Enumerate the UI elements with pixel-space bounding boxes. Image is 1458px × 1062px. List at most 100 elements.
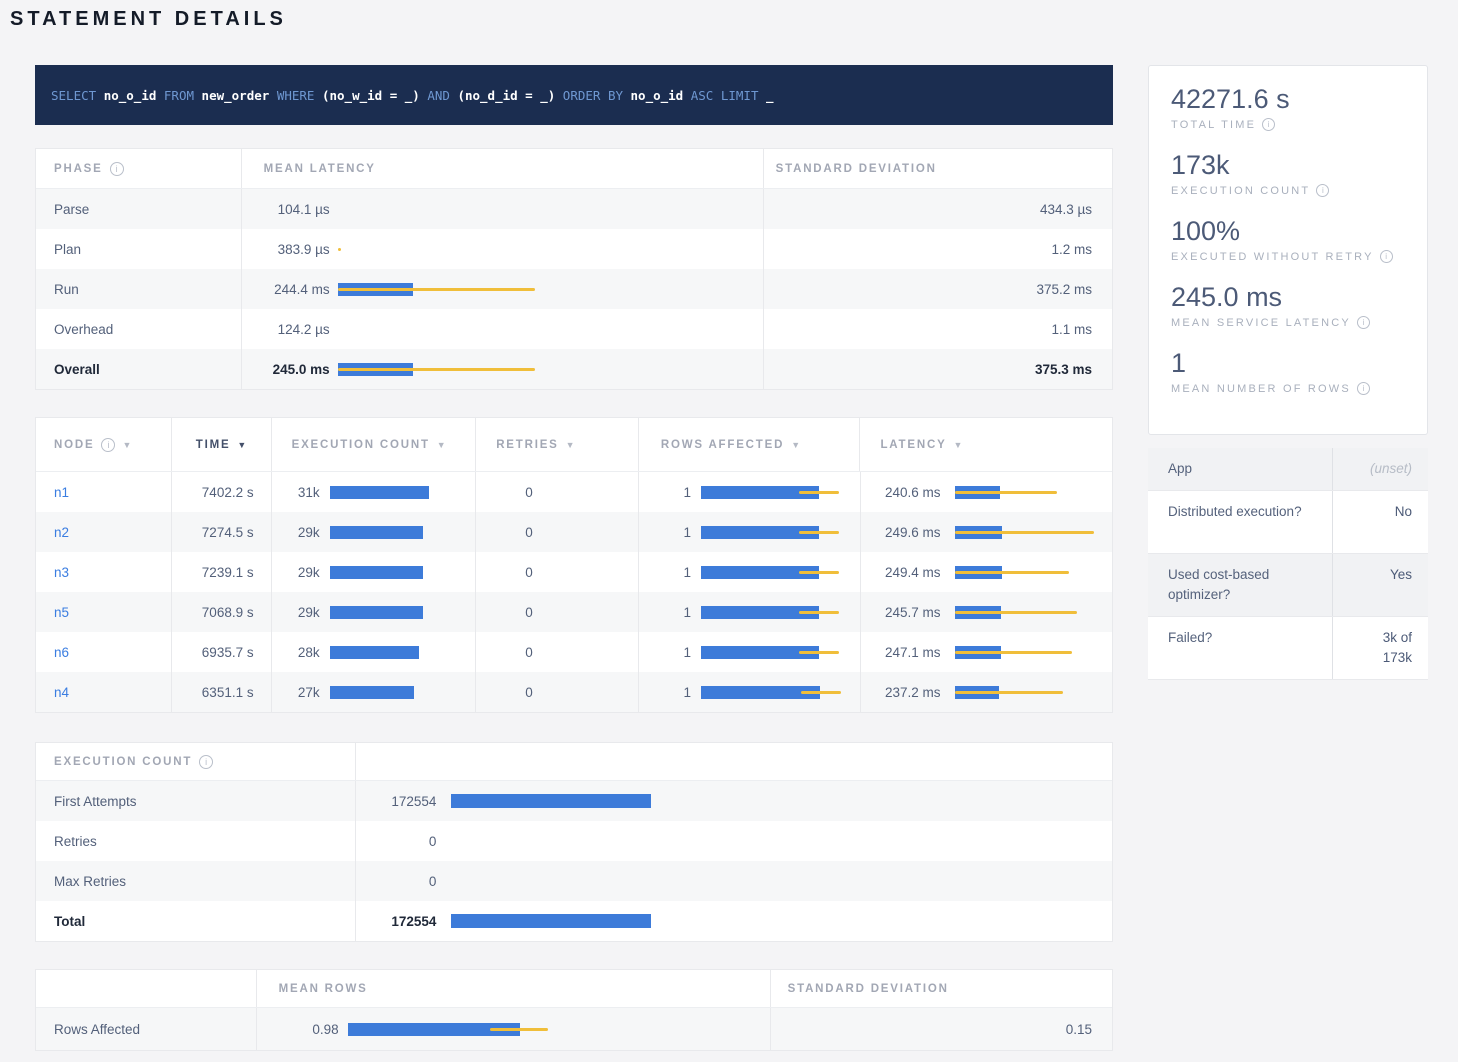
table-row: Max Retries 0	[36, 861, 1112, 901]
latency-value: 237.2 ms	[861, 685, 941, 700]
latency-bar	[955, 646, 1098, 659]
time-value: 6351.1 s	[171, 672, 271, 712]
statement-properties-panel: App(unset)Distributed execution?NoUsed c…	[1148, 448, 1428, 680]
stat-label: EXECUTED WITHOUT RETRY	[1171, 251, 1374, 263]
std-dev-value: 0.15	[770, 1008, 1112, 1050]
retries-value: 0	[475, 632, 638, 672]
exec-row-label: Max Retries	[36, 861, 355, 901]
sort-arrow-icon: ▼	[791, 440, 802, 450]
phase-label: Overall	[36, 349, 241, 389]
rows-affected-value: 1	[639, 645, 691, 660]
latency-bar	[955, 606, 1098, 619]
rows-affected-bar	[701, 566, 848, 579]
info-icon[interactable]: i	[1357, 316, 1370, 329]
exec-count-value: 172554	[356, 794, 436, 809]
node-link[interactable]: n5	[54, 605, 69, 620]
info-icon[interactable]: i	[110, 162, 124, 176]
time-value: 7239.1 s	[171, 552, 271, 592]
execution-count-value: 29k	[272, 525, 320, 540]
property-label: Failed?	[1148, 617, 1333, 679]
mean-latency-value: 383.9 µs	[242, 242, 330, 257]
info-icon[interactable]: i	[1262, 118, 1275, 131]
sort-arrow-icon: ▼	[566, 440, 577, 450]
info-icon[interactable]: i	[101, 438, 115, 452]
sql-keyword: AND	[427, 88, 457, 103]
execution-count-table-header: EXECUTION COUNT i	[36, 743, 1112, 781]
node-table-row: n27274.5 s29k01249.6 ms	[36, 512, 1112, 552]
latency-bar	[338, 243, 741, 256]
property-label: Used cost-based optimizer?	[1148, 554, 1333, 616]
std-dev-value: 1.2 ms	[763, 229, 1112, 269]
rows-affected-bar	[701, 646, 848, 659]
execution-count-bar	[330, 686, 464, 699]
exec-row-label: Retries	[36, 821, 355, 861]
phase-header-label: PHASE	[54, 163, 103, 175]
time-header-label: TIME	[196, 439, 231, 451]
retries-value: 0	[475, 552, 638, 592]
node-link[interactable]: n6	[54, 645, 69, 660]
sql-identifier: no_o_id	[631, 88, 691, 103]
property-label: Distributed execution?	[1148, 491, 1333, 553]
rows-affected-header-label: ROWS AFFECTED	[661, 439, 784, 451]
phase-table-header: PHASE i MEAN LATENCY STANDARD DEVIATION	[36, 149, 1112, 189]
sort-arrow-icon: ▼	[122, 440, 133, 450]
latency-bar	[955, 526, 1098, 539]
info-icon[interactable]: i	[1316, 184, 1329, 197]
retries-header-label: RETRIES	[496, 439, 558, 451]
table-row: Rows Affected 0.98 0.15	[36, 1008, 1112, 1050]
execution-count-bar	[330, 566, 464, 579]
property-row: Used cost-based optimizer?Yes	[1148, 554, 1428, 617]
latency-value: 247.1 ms	[861, 645, 941, 660]
retries-column-header[interactable]: RETRIES ▼	[475, 418, 638, 471]
execution-count-value: 28k	[272, 645, 320, 660]
stat-label: TOTAL TIME	[1171, 119, 1256, 131]
node-link[interactable]: n1	[54, 485, 69, 500]
phase-label: Overhead	[36, 309, 241, 349]
execution-count-value: 29k	[272, 605, 320, 620]
count-bar	[451, 834, 1087, 848]
exec-row-label: Total	[36, 901, 355, 941]
sql-identifier: _	[766, 88, 774, 103]
sql-statement: SELECT no_o_id FROM new_order WHERE (no_…	[51, 88, 774, 103]
std-dev-value: 1.1 ms	[763, 309, 1112, 349]
property-value: 3k of 173k	[1333, 617, 1428, 679]
time-value: 6935.7 s	[171, 632, 271, 672]
stat-value: 245.0 ms	[1171, 280, 1405, 314]
table-row: Plan 383.9 µs 1.2 ms	[36, 229, 1112, 269]
info-icon[interactable]: i	[1357, 382, 1370, 395]
info-icon[interactable]: i	[199, 755, 213, 769]
rows-affected-bar	[701, 686, 848, 699]
phase-label: Parse	[36, 189, 241, 229]
rows-affected-column-header[interactable]: ROWS AFFECTED ▼	[638, 418, 860, 471]
node-header-label: NODE	[54, 439, 94, 451]
node-column-header[interactable]: NODE i ▼	[36, 418, 171, 471]
table-row: Retries 0	[36, 821, 1112, 861]
stat-value: 42271.6 s	[1171, 82, 1405, 116]
sql-identifier: (no_w_id = _)	[322, 88, 427, 103]
count-bar	[451, 794, 1087, 808]
retries-value: 0	[475, 472, 638, 512]
node-table-row: n57068.9 s29k01245.7 ms	[36, 592, 1112, 632]
node-link[interactable]: n2	[54, 525, 69, 540]
summary-stat: 42271.6 s TOTAL TIME i	[1171, 82, 1405, 131]
sort-arrow-icon: ▼	[237, 440, 248, 450]
time-column-header[interactable]: TIME ▼	[171, 418, 271, 471]
node-table-row: n46351.1 s27k01237.2 ms	[36, 672, 1112, 712]
stat-label: MEAN SERVICE LATENCY	[1171, 317, 1351, 329]
execution-count-column-header[interactable]: EXECUTION COUNT ▼	[271, 418, 476, 471]
property-value: (unset)	[1333, 448, 1428, 490]
sql-identifier: new_order	[202, 88, 277, 103]
mean-latency-value: 104.1 µs	[242, 202, 330, 217]
summary-stat: 100%EXECUTED WITHOUT RETRYi	[1171, 214, 1405, 263]
time-value: 7274.5 s	[171, 512, 271, 552]
property-label: App	[1148, 448, 1333, 490]
latency-column-header[interactable]: LATENCY ▼	[859, 418, 1112, 471]
latency-value: 249.6 ms	[861, 525, 941, 540]
retries-value: 0	[475, 672, 638, 712]
standard-deviation-column-header: STANDARD DEVIATION	[763, 149, 1112, 188]
info-icon[interactable]: i	[1380, 250, 1393, 263]
node-link[interactable]: n4	[54, 685, 69, 700]
exec-row-label: First Attempts	[36, 781, 355, 821]
rows-bar	[348, 1023, 750, 1036]
node-link[interactable]: n3	[54, 565, 69, 580]
